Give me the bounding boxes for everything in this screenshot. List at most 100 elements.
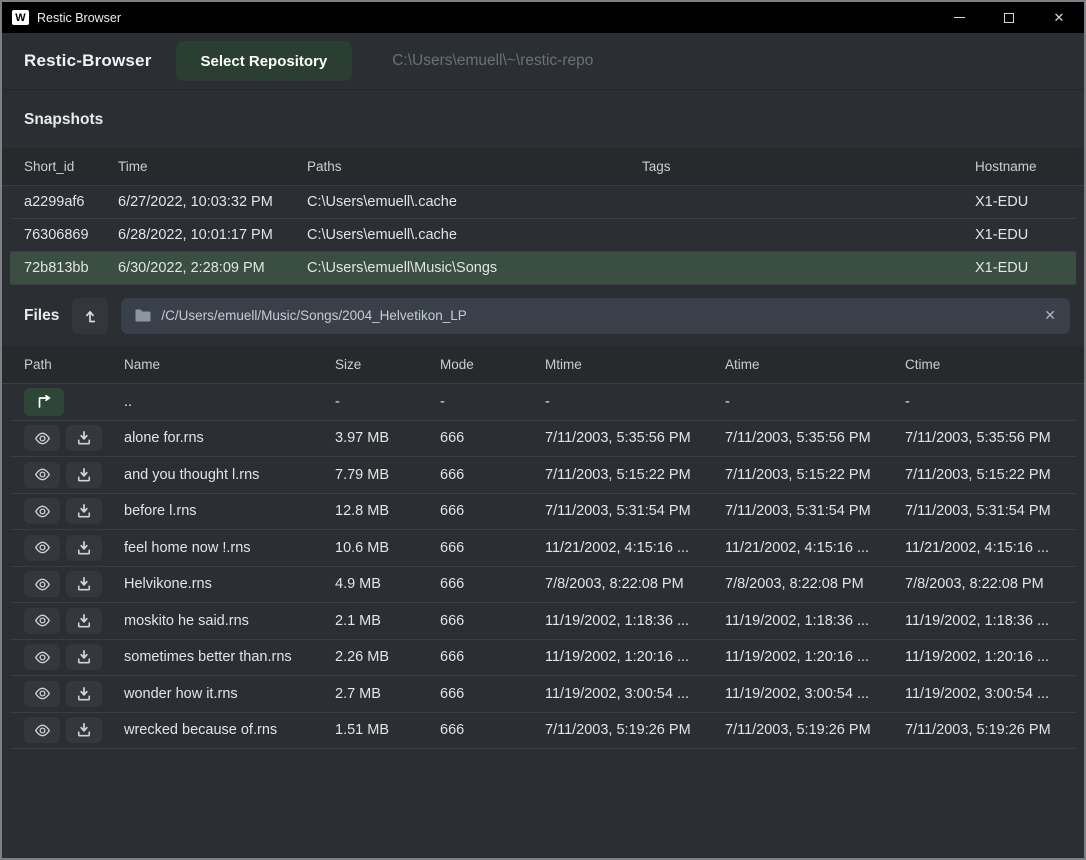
file-mtime: 11/19/2002, 3:00:54 ... [545, 686, 725, 702]
download-file-button[interactable] [66, 644, 102, 670]
snapshot-row[interactable]: 76306869 6/28/2022, 10:01:17 PM C:\Users… [10, 219, 1076, 252]
eye-icon [33, 687, 52, 700]
file-mode: 666 [440, 540, 545, 556]
download-file-button[interactable] [66, 498, 102, 524]
snapshot-time: 6/27/2022, 10:03:32 PM [118, 194, 307, 210]
file-name: feel home now !.rns [124, 540, 335, 556]
select-repository-button[interactable]: Select Repository [176, 41, 353, 81]
maximize-button[interactable] [984, 2, 1034, 33]
file-atime: - [725, 394, 905, 410]
file-mtime: 7/8/2003, 8:22:08 PM [545, 576, 725, 592]
file-size: 2.26 MB [335, 649, 440, 665]
parent-directory-row: .. - - - - - [10, 384, 1076, 421]
file-mtime: 11/21/2002, 4:15:16 ... [545, 540, 725, 556]
file-row: and you thought l.rns 7.79 MB 666 7/11/2… [10, 457, 1076, 494]
file-size: 12.8 MB [335, 503, 440, 519]
enter-parent-icon [36, 395, 53, 408]
file-ctime: - [905, 394, 1076, 410]
minimize-button[interactable] [934, 2, 984, 33]
file-mtime: 7/11/2003, 5:31:54 PM [545, 503, 725, 519]
view-file-button[interactable] [24, 608, 60, 634]
snapshot-row[interactable]: a2299af6 6/27/2022, 10:03:32 PM C:\Users… [10, 186, 1076, 219]
file-mode: 666 [440, 503, 545, 519]
app-header: Restic-Browser Select Repository C:\User… [2, 33, 1084, 90]
view-file-button[interactable] [24, 462, 60, 488]
eye-icon [33, 432, 52, 445]
level-up-icon [82, 308, 98, 324]
column-paths: Paths [307, 159, 642, 174]
file-row: feel home now !.rns 10.6 MB 666 11/21/20… [10, 530, 1076, 567]
download-file-button[interactable] [66, 462, 102, 488]
view-file-button[interactable] [24, 535, 60, 561]
file-mode: 666 [440, 722, 545, 738]
column-tags: Tags [642, 159, 975, 174]
eye-icon [33, 724, 52, 737]
file-atime: 7/8/2003, 8:22:08 PM [725, 576, 905, 592]
file-mode: - [440, 394, 545, 410]
window-title: Restic Browser [37, 11, 121, 25]
file-mtime: 7/11/2003, 5:19:26 PM [545, 722, 725, 738]
file-mode: 666 [440, 649, 545, 665]
eye-icon [33, 541, 52, 554]
view-file-button[interactable] [24, 498, 60, 524]
snapshot-time: 6/28/2022, 10:01:17 PM [118, 227, 307, 243]
wails-logo-icon: W [12, 10, 29, 25]
file-atime: 11/19/2002, 3:00:54 ... [725, 686, 905, 702]
file-mtime: 11/19/2002, 1:20:16 ... [545, 649, 725, 665]
download-file-button[interactable] [66, 717, 102, 743]
file-atime: 11/21/2002, 4:15:16 ... [725, 540, 905, 556]
file-ctime: 11/21/2002, 4:15:16 ... [905, 540, 1076, 556]
column-short-id: Short_id [24, 159, 118, 174]
file-mtime: 11/19/2002, 1:18:36 ... [545, 613, 725, 629]
download-file-button[interactable] [66, 535, 102, 561]
file-ctime: 7/11/2003, 5:15:22 PM [905, 467, 1076, 483]
level-up-button[interactable] [72, 298, 108, 334]
download-icon [77, 468, 91, 482]
eye-icon [33, 505, 52, 518]
titlebar: W Restic Browser ✕ [2, 2, 1084, 33]
download-file-button[interactable] [66, 571, 102, 597]
snapshot-time: 6/30/2022, 2:28:09 PM [118, 260, 307, 276]
app-name: Restic-Browser [24, 51, 152, 71]
clear-path-icon[interactable]: ✕ [1044, 307, 1056, 324]
folder-icon [135, 309, 151, 322]
download-file-button[interactable] [66, 608, 102, 634]
download-icon [77, 650, 91, 664]
download-icon [77, 614, 91, 628]
file-ctime: 11/19/2002, 1:20:16 ... [905, 649, 1076, 665]
view-file-button[interactable] [24, 717, 60, 743]
view-file-button[interactable] [24, 425, 60, 451]
current-path-text: /C/Users/emuell/Music/Songs/2004_Helveti… [161, 308, 1034, 323]
file-ctime: 7/11/2003, 5:31:54 PM [905, 503, 1076, 519]
view-file-button[interactable] [24, 644, 60, 670]
file-ctime: 11/19/2002, 3:00:54 ... [905, 686, 1076, 702]
snapshot-short-id: 72b813bb [24, 260, 118, 276]
restic-browser-window: W Restic Browser ✕ Restic-Browser Select… [0, 0, 1086, 860]
snapshot-short-id: a2299af6 [24, 194, 118, 210]
file-atime: 7/11/2003, 5:15:22 PM [725, 467, 905, 483]
snapshot-row-selected[interactable]: 72b813bb 6/30/2022, 2:28:09 PM C:\Users\… [10, 252, 1076, 285]
file-atime: 7/11/2003, 5:35:56 PM [725, 430, 905, 446]
current-path-input[interactable]: /C/Users/emuell/Music/Songs/2004_Helveti… [121, 298, 1070, 334]
open-parent-directory-button[interactable] [24, 388, 64, 416]
download-file-button[interactable] [66, 425, 102, 451]
download-icon [77, 687, 91, 701]
close-button[interactable]: ✕ [1034, 2, 1084, 33]
file-mtime: 7/11/2003, 5:35:56 PM [545, 430, 725, 446]
file-atime: 11/19/2002, 1:20:16 ... [725, 649, 905, 665]
repository-path: C:\Users\emuell\~\restic-repo [392, 52, 593, 70]
view-file-button[interactable] [24, 681, 60, 707]
file-size: 2.7 MB [335, 686, 440, 702]
view-file-button[interactable] [24, 571, 60, 597]
snapshots-table-header: Short_id Time Paths Tags Hostname [2, 148, 1084, 186]
file-size: 10.6 MB [335, 540, 440, 556]
eye-icon [33, 578, 52, 591]
download-file-button[interactable] [66, 681, 102, 707]
file-name: Helvikone.rns [124, 576, 335, 592]
snapshot-paths: C:\Users\emuell\.cache [307, 227, 642, 243]
file-atime: 7/11/2003, 5:19:26 PM [725, 722, 905, 738]
files-table: .. - - - - - alone for.rns 3.97 MB 666 7… [10, 384, 1076, 749]
file-row: alone for.rns 3.97 MB 666 7/11/2003, 5:3… [10, 421, 1076, 458]
file-mode: 666 [440, 686, 545, 702]
file-mtime: 7/11/2003, 5:15:22 PM [545, 467, 725, 483]
